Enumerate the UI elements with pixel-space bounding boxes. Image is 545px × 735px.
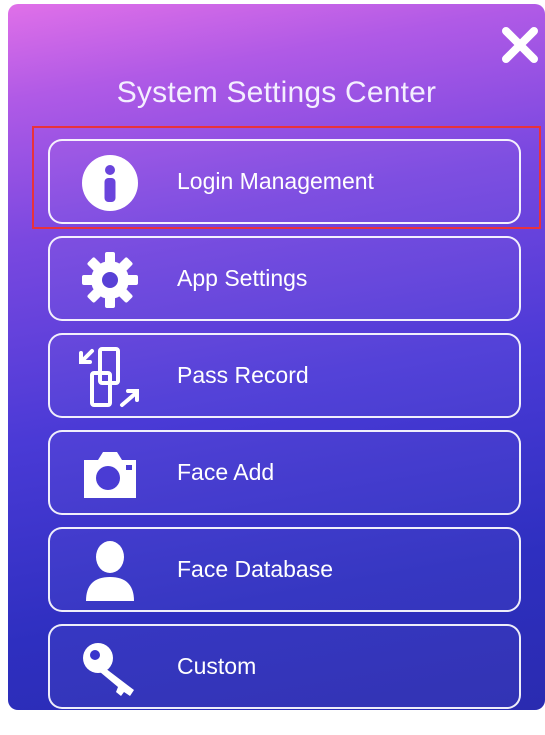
- menu-item-app-settings[interactable]: App Settings: [48, 236, 521, 321]
- menu-item-face-add[interactable]: Face Add: [48, 430, 521, 515]
- dialog-title: System Settings Center: [116, 76, 437, 109]
- settings-dialog: System Settings Center Login Management: [8, 4, 545, 710]
- close-button[interactable]: [499, 24, 541, 66]
- menu-item-label: Face Database: [177, 556, 333, 582]
- info-icon: [78, 151, 142, 215]
- camera-icon: [78, 442, 142, 506]
- menu-item-label: Face Add: [177, 459, 275, 485]
- close-icon: [502, 27, 538, 63]
- pass-record-icon: [78, 345, 142, 409]
- key-icon: [78, 636, 142, 700]
- person-icon: [78, 539, 142, 603]
- menu-item-label: Custom: [177, 653, 257, 679]
- menu-item-face-database[interactable]: Face Database: [48, 527, 521, 612]
- menu-item-label: Login Management: [177, 168, 374, 194]
- menu-item-custom[interactable]: Custom: [48, 624, 521, 709]
- menu-item-login-management[interactable]: Login Management: [48, 139, 521, 224]
- menu-item-pass-record[interactable]: Pass Record: [48, 333, 521, 418]
- menu-item-label: Pass Record: [177, 362, 309, 388]
- gear-icon: [78, 248, 142, 312]
- menu-item-label: App Settings: [177, 265, 308, 291]
